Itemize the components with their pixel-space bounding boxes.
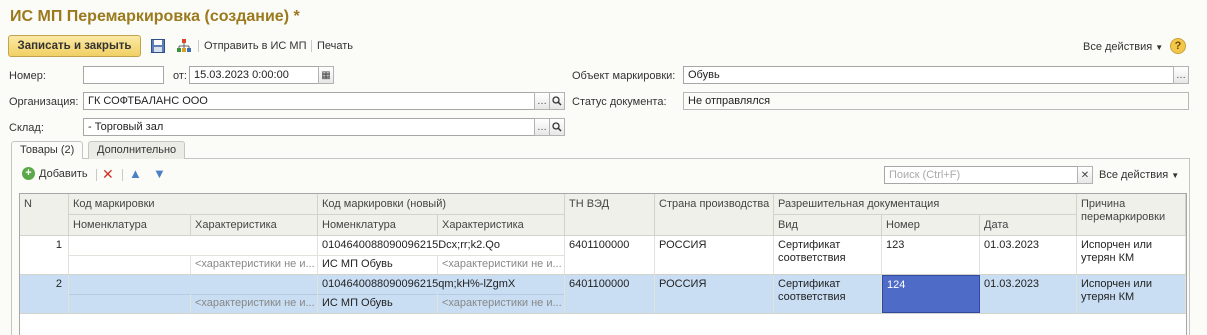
col-header-n[interactable]: N <box>20 194 69 236</box>
cell-code-nom[interactable] <box>69 255 191 274</box>
open-icon[interactable] <box>549 92 565 110</box>
cell-code-nom[interactable] <box>69 294 191 313</box>
save-icon[interactable] <box>150 38 166 54</box>
col-header-code-char[interactable]: Характеристика <box>191 215 318 236</box>
add-label: Добавить <box>39 167 88 180</box>
number-label: Номер: <box>9 70 46 82</box>
select-button[interactable]: … <box>534 118 550 136</box>
open-icon[interactable] <box>549 118 565 136</box>
window-title: ИС МП Перемаркировка (создание) * <box>10 8 300 25</box>
warehouse-field[interactable]: - Торговый зал <box>83 118 535 136</box>
cell-code-char[interactable]: <характеристики не и... <box>191 294 318 313</box>
grid-all-actions-button[interactable]: Все действия ▼ <box>1099 169 1179 181</box>
clear-search-icon[interactable]: ✕ <box>1077 166 1093 184</box>
toolbar-separator <box>311 40 312 52</box>
date-field[interactable]: 15.03.2023 0:00:00 <box>189 66 319 84</box>
number-field[interactable] <box>83 66 164 84</box>
cell-new-char[interactable]: <характеристики не и... <box>438 294 565 313</box>
status-field: Не отправлялся <box>683 92 1189 110</box>
status-label: Статус документа: <box>572 96 667 108</box>
cell-doc-kind[interactable]: Сертификат соответствия <box>774 275 882 313</box>
col-header-reason[interactable]: Причина перемаркировки <box>1077 194 1186 236</box>
cell-new-nom[interactable]: ИС МП Обувь <box>318 294 438 313</box>
move-up-icon[interactable]: ▲ <box>129 166 142 181</box>
cell-doc-number[interactable]: 123 <box>882 236 980 274</box>
cell-new-code[interactable]: 0104640088090096215Dcx;rr;k2.Qo <box>318 236 565 255</box>
col-header-new-char[interactable]: Характеристика <box>438 215 565 236</box>
toolbar-separator <box>198 40 199 52</box>
dropdown-arrow-icon: ▼ <box>1155 43 1164 52</box>
send-button[interactable]: Отправить в ИС МП <box>204 40 306 52</box>
cell-reason[interactable]: Испорчен или утерян КМ <box>1077 275 1186 313</box>
col-header-doc-number[interactable]: Номер <box>882 215 980 236</box>
object-label: Объект маркировки: <box>572 70 676 82</box>
calendar-icon[interactable]: ▦ <box>318 66 334 84</box>
search-input[interactable]: Поиск (Ctrl+F) <box>884 166 1078 184</box>
select-button[interactable]: … <box>534 92 550 110</box>
cell-n: 2 <box>20 275 69 313</box>
cell-code-char[interactable]: <характеристики не и... <box>191 255 318 274</box>
col-header-doc-date[interactable]: Дата <box>980 215 1077 236</box>
toolbar-separator <box>122 169 123 181</box>
grid-all-actions-label: Все действия <box>1099 169 1169 181</box>
toolbar-separator <box>96 169 97 181</box>
delete-icon[interactable]: ✕ <box>102 166 114 183</box>
goods-table[interactable]: N Код маркировки Номенклатура Характерис… <box>19 193 1187 335</box>
cell-tnved[interactable]: 6401100000 <box>565 275 655 313</box>
cell-code[interactable] <box>69 275 318 294</box>
save-close-button[interactable]: Записать и закрыть <box>8 35 141 57</box>
all-actions-button[interactable]: Все действия ▼ <box>1083 41 1163 53</box>
cell-new-char[interactable]: <характеристики не и... <box>438 255 565 274</box>
dropdown-arrow-icon: ▼ <box>1171 171 1180 180</box>
object-field[interactable]: Обувь <box>683 66 1174 84</box>
structure-icon[interactable] <box>175 37 193 55</box>
col-header-new-code[interactable]: Код маркировки (новый) <box>318 194 565 215</box>
col-header-country[interactable]: Страна производства <box>655 194 774 236</box>
col-header-code-nom[interactable]: Номенклатура <box>69 215 191 236</box>
help-icon[interactable]: ? <box>1170 38 1186 54</box>
cell-new-code[interactable]: 0104640088090096215qm;kH%-lZgmX <box>318 275 565 294</box>
warehouse-label: Склад: <box>9 122 44 134</box>
tab-additional[interactable]: Дополнительно <box>88 141 186 159</box>
col-header-new-nom[interactable]: Номенклатура <box>318 215 438 236</box>
col-header-tnved[interactable]: ТН ВЭД <box>565 194 655 236</box>
cell-doc-date[interactable]: 01.03.2023 <box>980 275 1077 313</box>
cell-code[interactable] <box>69 236 318 255</box>
org-field[interactable]: ГК СОФТБАЛАНС ООО <box>83 92 535 110</box>
move-down-icon[interactable]: ▼ <box>153 166 166 181</box>
cell-tnved[interactable]: 6401100000 <box>565 236 655 274</box>
cell-doc-kind[interactable]: Сертификат соответствия <box>774 236 882 274</box>
org-label: Организация: <box>9 96 79 108</box>
cell-country[interactable]: РОССИЯ <box>655 275 774 313</box>
select-button[interactable]: … <box>1173 66 1189 84</box>
cell-new-nom[interactable]: ИС МП Обувь <box>318 255 438 274</box>
col-header-doc-kind[interactable]: Вид <box>774 215 882 236</box>
col-header-code[interactable]: Код маркировки <box>69 194 318 215</box>
date-label: от: <box>173 70 187 82</box>
all-actions-label: Все действия <box>1083 41 1153 53</box>
cell-doc-date[interactable]: 01.03.2023 <box>980 236 1077 274</box>
tab-goods[interactable]: Товары (2) <box>11 141 84 159</box>
cell-doc-number-active[interactable]: 124 <box>882 275 980 313</box>
cell-country[interactable]: РОССИЯ <box>655 236 774 274</box>
add-icon: + <box>22 167 35 180</box>
cell-reason[interactable]: Испорчен или утерян КМ <box>1077 236 1186 274</box>
add-button[interactable]: + Добавить <box>22 167 88 180</box>
col-header-docs[interactable]: Разрешительная документация <box>774 194 1077 215</box>
print-button[interactable]: Печать <box>317 40 353 52</box>
cell-n: 1 <box>20 236 69 274</box>
